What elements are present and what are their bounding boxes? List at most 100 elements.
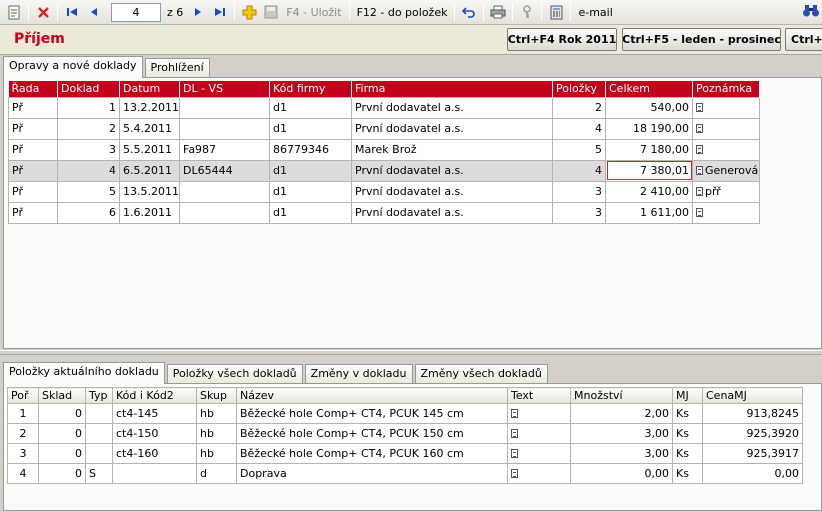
cell-mnozstvi[interactable]: 3,00: [570, 443, 673, 464]
cell-poznamka[interactable]: Generován...: [692, 159, 760, 182]
cell-datum[interactable]: 13.5.2011: [119, 180, 180, 203]
cell-skup[interactable]: hb: [196, 403, 237, 424]
cell-dl-vs[interactable]: Fa987: [179, 138, 270, 161]
extra-shortcut-button[interactable]: Ctrl+F: [785, 28, 822, 51]
cell-por[interactable]: 4: [7, 463, 39, 484]
add-icon[interactable]: [238, 2, 260, 23]
cell-nazev[interactable]: Běžecké hole Comp+ CT4, PCUK 150 cm: [236, 423, 508, 444]
memo-icon[interactable]: [511, 429, 518, 438]
cell-typ[interactable]: [85, 403, 113, 424]
cell-rada[interactable]: Př: [8, 138, 58, 161]
first-record-icon[interactable]: [61, 2, 83, 23]
tab-zmeny-vsech[interactable]: Změny všech dokladů: [414, 364, 548, 383]
binoculars-icon[interactable]: [802, 3, 820, 21]
table-row[interactable]: Př 6 1.6.2011 d1 První dodavatel a.s. 3 …: [8, 201, 760, 224]
cell-poznamka[interactable]: [692, 201, 760, 224]
cell-cenamj[interactable]: 925,3920: [702, 423, 803, 444]
print-icon[interactable]: [487, 2, 509, 23]
col-skup[interactable]: Skup: [196, 387, 237, 404]
cell-rada[interactable]: Př: [8, 117, 58, 140]
table-row[interactable]: 1 0 ct4-145 hb Běžecké hole Comp+ CT4, P…: [7, 403, 803, 424]
cell-rada[interactable]: Př: [8, 201, 58, 224]
cell-typ[interactable]: [85, 423, 113, 444]
cell-mj[interactable]: Ks: [672, 463, 703, 484]
cell-polozky[interactable]: 4: [552, 159, 606, 182]
memo-icon[interactable]: [696, 124, 703, 133]
memo-icon[interactable]: [511, 469, 518, 478]
year-button[interactable]: Ctrl+F4 Rok 2011: [507, 28, 617, 51]
cell-por[interactable]: 3: [7, 443, 39, 464]
cell-celkem[interactable]: 2 410,00: [605, 180, 693, 203]
col-nazev[interactable]: Název: [236, 387, 508, 404]
months-button[interactable]: Ctrl+F5 - leden - prosinec: [622, 28, 781, 51]
table-row[interactable]: Př 1 13.2.2011 d1 První dodavatel a.s. 2…: [8, 96, 760, 119]
table-row[interactable]: 4 0 S d Doprava 0,00 Ks 0,00: [7, 463, 803, 484]
cell-skup[interactable]: hb: [196, 443, 237, 464]
tab-polozky-vsech[interactable]: Položky všech dokladů: [166, 364, 303, 383]
cell-doklad[interactable]: 2: [57, 117, 120, 140]
col-polozky[interactable]: Položky: [552, 81, 606, 97]
col-rada[interactable]: Řada: [8, 81, 58, 97]
cell-typ[interactable]: [85, 443, 113, 464]
cell-poznamka[interactable]: [692, 96, 760, 119]
col-poznamka[interactable]: Poznámka: [692, 81, 760, 97]
cell-mj[interactable]: Ks: [672, 423, 703, 444]
memo-icon[interactable]: [696, 103, 703, 112]
new-document-icon[interactable]: [3, 2, 25, 23]
cell-datum[interactable]: 1.6.2011: [119, 201, 180, 224]
cell-celkem[interactable]: 1 611,00: [605, 201, 693, 224]
items-button[interactable]: F12 - do položek: [353, 6, 452, 19]
cell-datum[interactable]: 6.5.2011: [119, 159, 180, 182]
cell-mnozstvi[interactable]: 3,00: [570, 423, 673, 444]
cell-polozky[interactable]: 3: [552, 180, 606, 203]
cell-doklad[interactable]: 1: [57, 96, 120, 119]
cell-sklad[interactable]: 0: [38, 443, 86, 464]
table-row[interactable]: Př 2 5.4.2011 d1 První dodavatel a.s. 4 …: [8, 117, 760, 140]
cell-dl-vs[interactable]: [179, 180, 270, 203]
col-mnozstvi[interactable]: Množství: [570, 387, 673, 404]
record-number-input[interactable]: 4: [111, 2, 161, 22]
calculator-icon[interactable]: [545, 2, 567, 23]
cell-mj[interactable]: Ks: [672, 443, 703, 464]
col-por[interactable]: Poř: [7, 387, 39, 404]
cell-firma[interactable]: První dodavatel a.s.: [351, 96, 553, 119]
col-cenamj[interactable]: CenaMJ: [702, 387, 803, 404]
cell-doklad[interactable]: 5: [57, 180, 120, 203]
cell-celkem[interactable]: 540,00: [605, 96, 693, 119]
panel-splitter[interactable]: [0, 350, 822, 355]
memo-icon[interactable]: [511, 409, 518, 418]
cell-kod-firmy[interactable]: d1: [269, 180, 352, 203]
cell-rada[interactable]: Př: [8, 180, 58, 203]
col-mj[interactable]: MJ: [672, 387, 703, 404]
cell-mj[interactable]: Ks: [672, 403, 703, 424]
cell-text[interactable]: [507, 443, 571, 464]
cell-dl-vs[interactable]: [179, 96, 270, 119]
cell-firma[interactable]: Marek Brož: [351, 138, 553, 161]
col-firma[interactable]: Firma: [351, 81, 553, 97]
cell-firma[interactable]: První dodavatel a.s.: [351, 201, 553, 224]
memo-icon[interactable]: [511, 449, 518, 458]
col-typ[interactable]: Typ: [85, 387, 113, 404]
cell-cenamj[interactable]: 925,3917: [702, 443, 803, 464]
cell-cenamj[interactable]: 0,00: [702, 463, 803, 484]
cell-polozky[interactable]: 3: [552, 201, 606, 224]
cell-kod[interactable]: ct4-150: [112, 423, 197, 444]
cell-datum[interactable]: 5.5.2011: [119, 138, 180, 161]
cell-polozky[interactable]: 5: [552, 138, 606, 161]
table-row[interactable]: Př 5 13.5.2011 d1 První dodavatel a.s. 3…: [8, 180, 760, 203]
table-row-selected[interactable]: Př 4 6.5.2011 DL65444 d1 První dodavatel…: [8, 159, 760, 182]
cell-dl-vs[interactable]: [179, 201, 270, 224]
col-text[interactable]: Text: [507, 387, 571, 404]
table-row[interactable]: 3 0 ct4-160 hb Běžecké hole Comp+ CT4, P…: [7, 443, 803, 464]
tab-prohlizeni[interactable]: Prohlížení: [144, 58, 210, 77]
cell-rada[interactable]: Př: [8, 159, 58, 182]
cell-polozky[interactable]: 4: [552, 117, 606, 140]
cell-sklad[interactable]: 0: [38, 403, 86, 424]
cell-text[interactable]: [507, 463, 571, 484]
cell-dl-vs[interactable]: DL65444: [179, 159, 270, 182]
cell-text[interactable]: [507, 423, 571, 444]
cell-polozky[interactable]: 2: [552, 96, 606, 119]
save-button[interactable]: F4 - Uložit: [282, 6, 345, 19]
col-doklad[interactable]: Doklad: [57, 81, 120, 97]
cell-datum[interactable]: 13.2.2011: [119, 96, 180, 119]
